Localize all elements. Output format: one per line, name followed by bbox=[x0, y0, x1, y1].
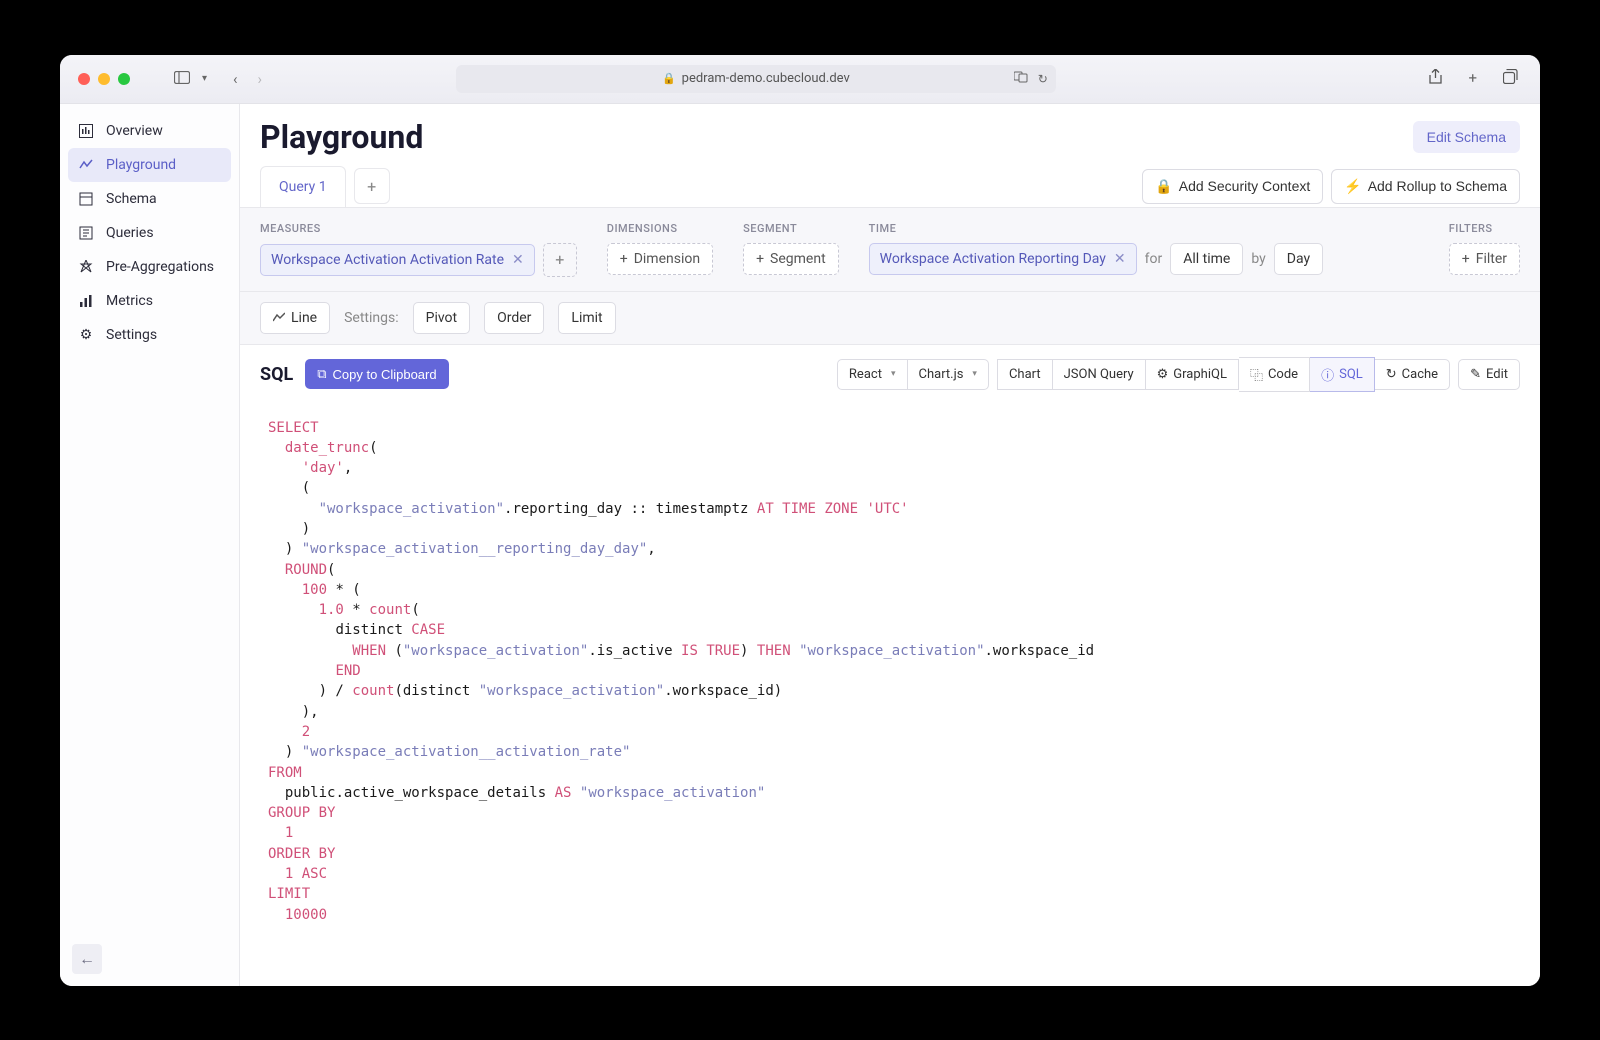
copy-clipboard-button[interactable]: ⧉ Copy to Clipboard bbox=[305, 359, 448, 389]
queries-icon bbox=[78, 225, 94, 241]
browser-window: ▾ ‹ › 🔒 pedram-demo.cubecloud.dev ↻ + bbox=[60, 55, 1540, 986]
view-json[interactable]: JSON Query bbox=[1053, 359, 1146, 390]
query-tab-1[interactable]: Query 1 bbox=[260, 166, 346, 207]
reload-icon[interactable]: ↻ bbox=[1038, 72, 1048, 86]
gear-icon: ⚙ bbox=[1157, 367, 1169, 382]
code-icon: ⿻ bbox=[1250, 365, 1263, 384]
nav-label: Pre-Aggregations bbox=[106, 259, 214, 275]
order-button[interactable]: Order bbox=[484, 302, 544, 334]
overview-icon bbox=[78, 123, 94, 139]
chevron-down-icon[interactable]: ▾ bbox=[198, 69, 211, 88]
nav-playground[interactable]: Playground bbox=[68, 148, 231, 182]
lock-icon: 🔒 bbox=[662, 72, 676, 85]
titlebar: ▾ ‹ › 🔒 pedram-demo.cubecloud.dev ↻ + bbox=[60, 55, 1540, 104]
nav-queries[interactable]: Queries bbox=[68, 216, 231, 250]
settings-label: Settings: bbox=[344, 310, 399, 326]
chartlib-select[interactable]: Chart.js▾ bbox=[908, 359, 989, 390]
edit-icon: ✎ bbox=[1470, 367, 1481, 382]
nav-label: Metrics bbox=[106, 293, 153, 309]
nav-metrics[interactable]: Metrics bbox=[68, 284, 231, 318]
schema-icon bbox=[78, 191, 94, 207]
main-content: Playground Edit Schema Query 1 + 🔒 Add S… bbox=[240, 104, 1540, 986]
sql-code-block: SELECT date_trunc( 'day', ( "workspace_a… bbox=[240, 404, 1540, 939]
add-filter-button[interactable]: + Filter bbox=[1449, 243, 1520, 275]
nav-schema[interactable]: Schema bbox=[68, 182, 231, 216]
close-window[interactable] bbox=[78, 73, 90, 85]
edit-button[interactable]: ✎ Edit bbox=[1458, 359, 1520, 390]
nav-preagg[interactable]: Pre-Aggregations bbox=[68, 250, 231, 284]
sidebar: Overview Playground Schema Queries Pre-A… bbox=[60, 104, 240, 986]
lock-icon: 🔒 bbox=[1155, 178, 1172, 195]
view-cache[interactable]: ↻ Cache bbox=[1375, 359, 1450, 390]
remove-chip-icon[interactable]: ✕ bbox=[512, 252, 524, 268]
time-label: TIME bbox=[869, 222, 1419, 235]
metrics-icon bbox=[78, 293, 94, 309]
collapse-sidebar[interactable]: ← bbox=[72, 944, 102, 974]
forward-icon[interactable]: › bbox=[254, 66, 267, 92]
nav-label: Overview bbox=[106, 123, 163, 139]
edit-schema-button[interactable]: Edit Schema bbox=[1413, 121, 1520, 153]
translate-icon[interactable] bbox=[1014, 71, 1028, 86]
nav-label: Schema bbox=[106, 191, 157, 207]
preagg-icon bbox=[78, 259, 94, 275]
framework-select[interactable]: React▾ bbox=[837, 359, 908, 390]
nav-label: Queries bbox=[106, 225, 154, 241]
add-dimension-button[interactable]: + Dimension bbox=[607, 243, 713, 275]
limit-button[interactable]: Limit bbox=[558, 302, 615, 334]
nav-label: Playground bbox=[106, 157, 176, 173]
nav-overview[interactable]: Overview bbox=[68, 114, 231, 148]
by-text: by bbox=[1251, 251, 1265, 267]
dimensions-label: DIMENSIONS bbox=[607, 222, 713, 235]
measure-chip[interactable]: Workspace Activation Activation Rate ✕ bbox=[260, 244, 535, 276]
info-icon: ⓘ bbox=[1321, 365, 1334, 384]
nav-label: Settings bbox=[106, 327, 157, 343]
add-tab-button[interactable]: + bbox=[354, 168, 390, 204]
segment-label: SEGMENT bbox=[743, 222, 839, 235]
maximize-window[interactable] bbox=[118, 73, 130, 85]
back-icon[interactable]: ‹ bbox=[229, 66, 242, 92]
add-segment-button[interactable]: + Segment bbox=[743, 243, 839, 275]
lightning-icon: ⚡ bbox=[1344, 178, 1361, 195]
tabs-icon[interactable] bbox=[1499, 65, 1522, 93]
for-text: for bbox=[1145, 251, 1163, 267]
remove-chip-icon[interactable]: ✕ bbox=[1114, 251, 1126, 267]
pivot-button[interactable]: Pivot bbox=[413, 302, 470, 334]
view-chart[interactable]: Chart bbox=[997, 359, 1053, 390]
measures-label: MEASURES bbox=[260, 222, 577, 235]
line-chart-icon bbox=[273, 312, 285, 324]
granularity-select[interactable]: Day bbox=[1274, 243, 1323, 275]
nav-settings[interactable]: ⚙ Settings bbox=[68, 318, 231, 352]
playground-icon bbox=[78, 157, 94, 173]
view-sql[interactable]: ⓘ SQL bbox=[1310, 357, 1375, 392]
url-text: pedram-demo.cubecloud.dev bbox=[682, 71, 850, 86]
sidebar-toggle-icon[interactable] bbox=[170, 66, 194, 92]
sql-title: SQL bbox=[260, 364, 293, 385]
view-code[interactable]: ⿻ Code bbox=[1239, 357, 1310, 392]
gear-icon: ⚙ bbox=[78, 327, 94, 343]
add-security-button[interactable]: 🔒 Add Security Context bbox=[1142, 169, 1323, 204]
url-bar[interactable]: 🔒 pedram-demo.cubecloud.dev ↻ bbox=[456, 65, 1056, 93]
traffic-lights bbox=[78, 73, 130, 85]
chart-type-select[interactable]: Line bbox=[260, 302, 330, 334]
add-measure-button[interactable]: + bbox=[543, 243, 577, 277]
minimize-window[interactable] bbox=[98, 73, 110, 85]
copy-icon: ⧉ bbox=[317, 366, 326, 382]
refresh-icon: ↻ bbox=[1386, 367, 1397, 382]
share-icon[interactable] bbox=[1425, 65, 1446, 93]
new-tab-icon[interactable]: + bbox=[1464, 65, 1481, 93]
time-range-select[interactable]: All time bbox=[1170, 243, 1243, 275]
view-graphiql[interactable]: ⚙ GraphiQL bbox=[1146, 359, 1239, 390]
add-rollup-button[interactable]: ⚡ Add Rollup to Schema bbox=[1331, 169, 1520, 204]
time-chip[interactable]: Workspace Activation Reporting Day ✕ bbox=[869, 243, 1137, 275]
page-title: Playground bbox=[260, 118, 423, 156]
filters-label: FILTERS bbox=[1449, 222, 1520, 235]
